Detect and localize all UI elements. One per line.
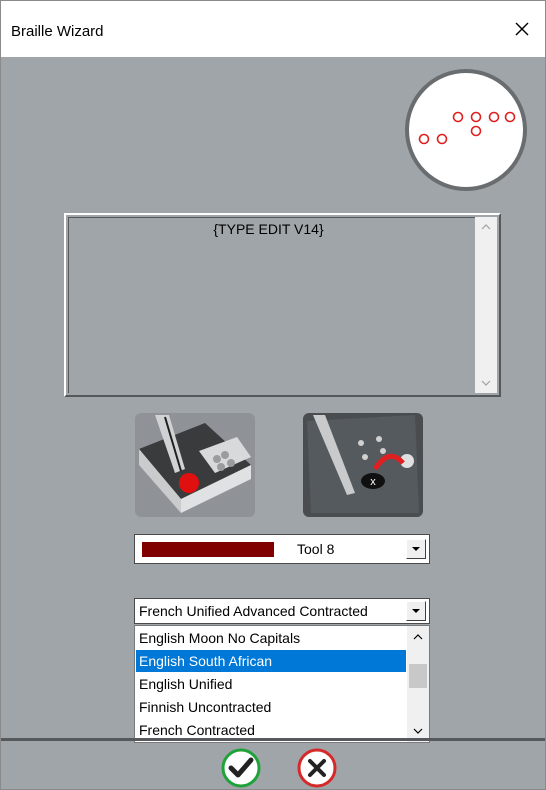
list-item[interactable]: English Unified	[136, 673, 406, 695]
check-icon	[221, 748, 261, 788]
chevron-down-icon	[412, 547, 420, 551]
footer-divider	[1, 738, 545, 741]
tool-dropdown-button[interactable]	[406, 539, 426, 559]
chevron-down-icon	[481, 380, 491, 386]
erase-tool-button[interactable]: x	[303, 413, 423, 517]
editor-text: {TYPE EDIT V14}	[213, 221, 324, 237]
ok-button[interactable]	[221, 748, 261, 788]
braille-wizard-window: Braille Wizard {TYPE EDIT V14} x Tool 8 …	[0, 0, 546, 790]
emboss-tool-button[interactable]	[135, 413, 255, 517]
chevron-up-icon	[481, 224, 491, 230]
list-scroll-up[interactable]	[407, 628, 429, 646]
editor-scrollbar[interactable]	[475, 217, 497, 393]
close-icon	[515, 22, 529, 36]
list-item[interactable]: Finnish Uncontracted	[136, 696, 406, 718]
erase-dot-tool-icon: x	[307, 415, 419, 513]
list-item[interactable]: English Moon No Capitals	[136, 627, 406, 649]
tool-dropdown[interactable]: Tool 8	[134, 534, 430, 564]
language-dropdown-button[interactable]	[406, 601, 426, 621]
chevron-up-icon	[413, 634, 423, 640]
list-scroll-thumb[interactable]	[409, 664, 427, 688]
tool-dropdown-value: Tool 8	[297, 541, 335, 557]
braille-preview	[405, 69, 527, 191]
list-item-selected[interactable]: English South African	[136, 650, 406, 672]
chevron-down-icon	[412, 609, 420, 613]
language-list-scrollbar[interactable]	[407, 626, 429, 742]
close-button[interactable]	[499, 1, 545, 57]
cancel-button[interactable]	[297, 748, 337, 788]
x-icon	[297, 748, 337, 788]
scroll-down-arrow[interactable]	[475, 373, 497, 393]
chevron-down-icon	[413, 728, 423, 734]
tool-color-swatch	[142, 542, 274, 557]
braille-text-area[interactable]: {TYPE EDIT V14}	[64, 213, 501, 397]
language-list[interactable]: English Moon No Capitals English South A…	[134, 625, 430, 743]
scroll-up-arrow[interactable]	[475, 217, 497, 237]
svg-text:x: x	[370, 476, 376, 488]
window-title: Braille Wizard	[11, 23, 104, 40]
language-dropdown-value: French Unified Advanced Contracted	[139, 603, 368, 619]
emboss-tool-icon	[139, 415, 251, 513]
braille-dots-icon	[418, 111, 516, 145]
title-bar: Braille Wizard	[1, 1, 545, 57]
language-dropdown[interactable]: French Unified Advanced Contracted	[134, 598, 430, 624]
